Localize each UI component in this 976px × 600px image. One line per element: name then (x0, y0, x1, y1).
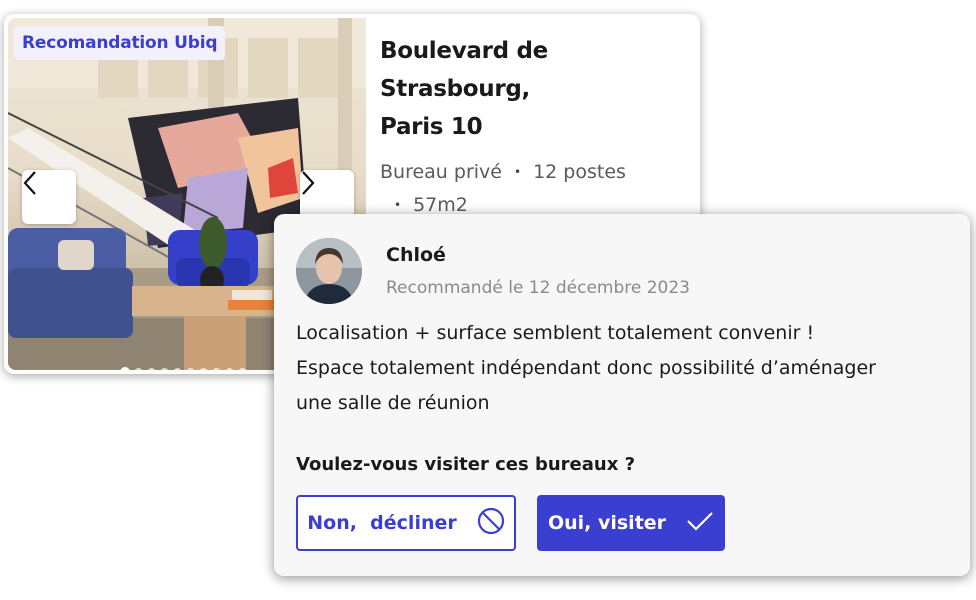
carousel-dot[interactable] (212, 367, 221, 370)
recommendation-comment-card: Chloé Recommandé le 12 décembre 2023 Loc… (274, 214, 970, 576)
carousel-dot[interactable] (225, 367, 234, 370)
recommendation-date: Recommandé le 12 décembre 2023 (386, 278, 690, 298)
meta-separator: • (513, 165, 522, 179)
avatar (296, 238, 362, 304)
decline-button[interactable]: Non, décliner (296, 495, 516, 551)
recommendation-badge: Recomandation Ubiq (14, 26, 226, 60)
listing-title-line2: Paris 10 (380, 114, 483, 140)
carousel-dot[interactable] (238, 367, 247, 370)
carousel-dot[interactable] (120, 367, 130, 370)
decline-button-label: Non, décliner (307, 512, 457, 534)
accept-button-label: Oui, visiter (547, 512, 667, 534)
comment-line: une salle de réunion (296, 392, 490, 414)
comment-text: Localisation + surface semblent totaleme… (296, 316, 936, 421)
carousel-prev-button[interactable] (22, 170, 76, 224)
listing-title: Boulevard de Strasbourg, Paris 10 (380, 32, 690, 146)
accept-visit-button[interactable]: Oui, visiter (537, 495, 725, 551)
carousel-dot[interactable] (199, 367, 208, 370)
author-name: Chloé (386, 244, 446, 266)
carousel-dot[interactable] (186, 367, 195, 370)
listing-title-line1: Boulevard de Strasbourg, (380, 38, 548, 102)
carousel-dot[interactable] (147, 367, 156, 370)
comment-line: Espace totalement indépendant donc possi… (296, 357, 876, 379)
carousel-dot[interactable] (160, 367, 169, 370)
comment-line: Localisation + surface semblent totaleme… (296, 322, 815, 344)
carousel-dots (120, 367, 247, 370)
carousel-dot[interactable] (134, 367, 143, 370)
office-type: Bureau privé (380, 161, 502, 183)
check-icon (686, 510, 714, 537)
carousel-dot[interactable] (173, 367, 182, 370)
listing-meta: Bureau privé • 12 postes • 57m2 (380, 156, 690, 222)
listing-info: Boulevard de Strasbourg, Paris 10 Bureau… (380, 32, 690, 222)
visit-question: Voulez-vous visiter ces bureaux ? (296, 454, 636, 475)
desk-capacity: 12 postes (533, 161, 626, 183)
ban-icon (477, 507, 505, 540)
